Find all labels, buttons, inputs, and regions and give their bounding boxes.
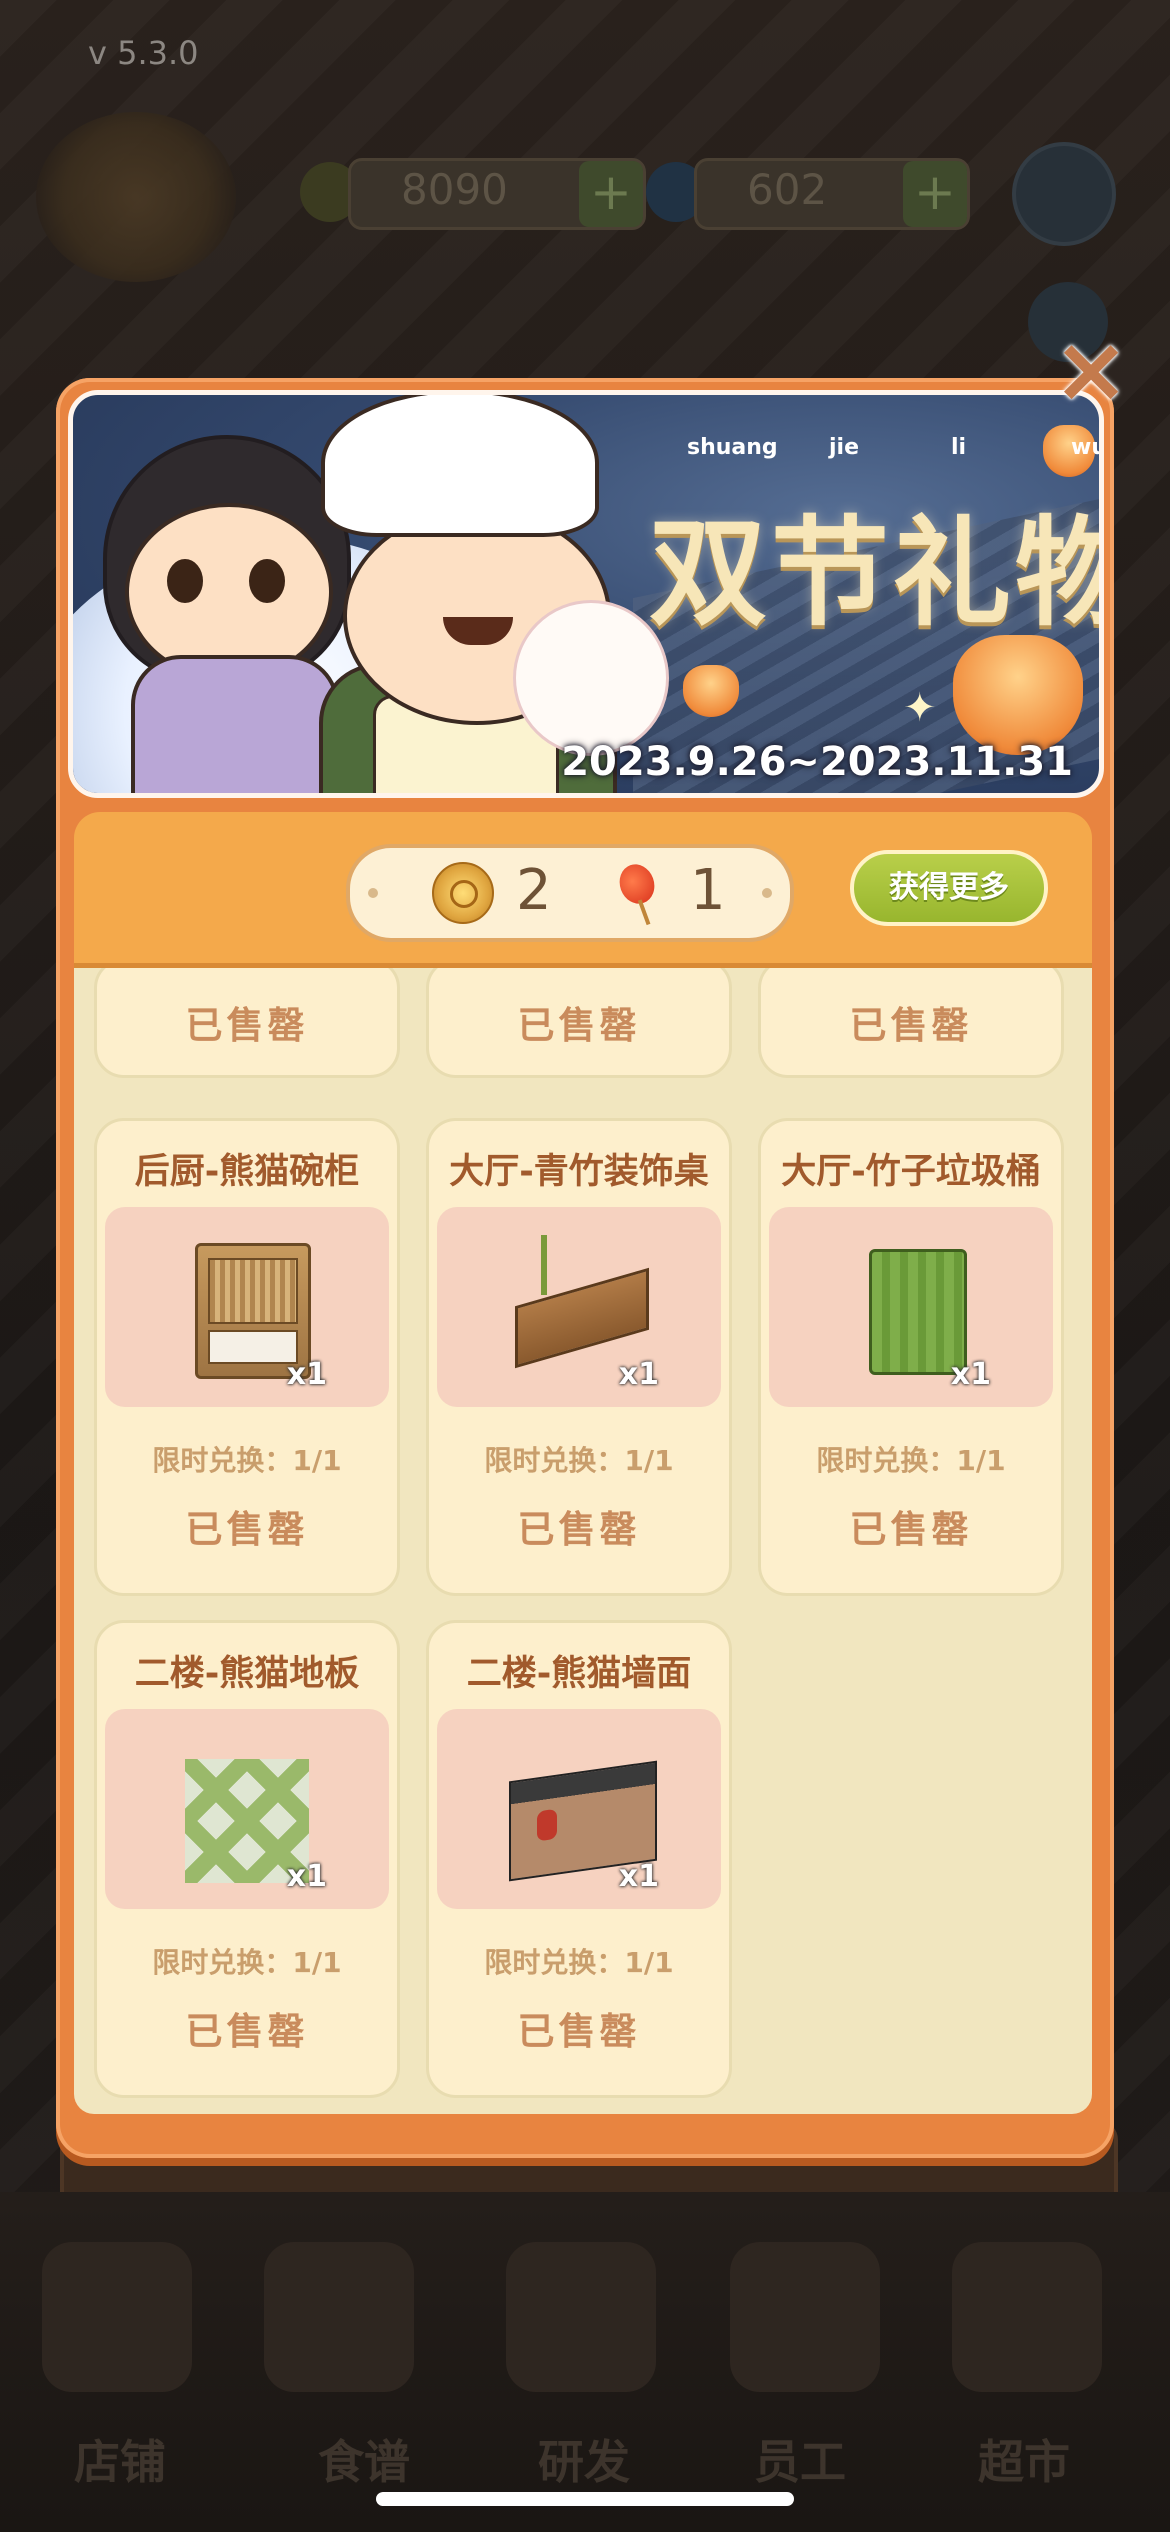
exchange-card[interactable]: 二楼-熊猫地板 x1 限时兑换：1/1 已售罄 xyxy=(94,1620,400,2098)
close-button[interactable]: × xyxy=(1048,324,1134,416)
exchange-card[interactable]: 大厅-青竹装饰桌 x1 限时兑换：1/1 已售罄 xyxy=(426,1118,732,1596)
mooncake-count: 2 xyxy=(516,858,552,923)
sparkle-icon: ✦ xyxy=(903,685,937,731)
nav-market[interactable]: 超市 xyxy=(924,2426,1124,2492)
currency-header: 2 1 获得更多 xyxy=(74,812,1092,968)
exchange-card[interactable]: 大厅-竹子垃圾桶 x1 限时兑换：1/1 已售罄 xyxy=(758,1118,1064,1596)
exchange-card[interactable]: 已售罄 xyxy=(426,968,732,1078)
lantern-icon xyxy=(614,859,660,909)
exchange-card[interactable]: 二楼-熊猫墙面 x1 限时兑换：1/1 已售罄 xyxy=(426,1620,732,2098)
nav-shop[interactable]: 店铺 xyxy=(20,2426,220,2492)
chef-hat-icon xyxy=(321,395,599,537)
sold-out-label: 已售罄 xyxy=(849,1004,973,1047)
sold-out-label: 已售罄 xyxy=(185,2010,309,2053)
pinyin-label: shuang xyxy=(687,435,778,460)
lantern-count: 1 xyxy=(690,858,726,923)
item-title: 二楼-熊猫地板 xyxy=(134,1654,360,1694)
event-title: 双节礼物 xyxy=(648,503,1104,642)
bottom-nav: 店铺 食谱 研发 员工 超市 xyxy=(0,2192,1170,2532)
sold-out-label: 已售罄 xyxy=(185,1508,309,1551)
sold-out-label: 已售罄 xyxy=(849,1508,973,1551)
pill-dot xyxy=(368,888,378,898)
item-quantity: x1 xyxy=(950,1357,991,1392)
eye-icon xyxy=(249,559,285,603)
exchange-limit: 限时兑换：1/1 xyxy=(152,1444,342,1477)
exchange-card[interactable]: 后厨-熊猫碗柜 x1 限时兑换：1/1 已售罄 xyxy=(94,1118,400,1596)
gem-counter: 602 + xyxy=(694,158,970,230)
exchange-limit: 限时兑换：1/1 xyxy=(152,1946,342,1979)
nav-shop-icon xyxy=(42,2242,192,2392)
sold-out-label: 已售罄 xyxy=(517,2010,641,2053)
item-title: 大厅-青竹装饰桌 xyxy=(449,1152,709,1192)
shop-avatar xyxy=(36,112,236,282)
pill-dot xyxy=(762,888,772,898)
nav-staff[interactable]: 员工 xyxy=(700,2426,900,2492)
add-cash-button[interactable]: + xyxy=(579,161,643,227)
cash-counter: 8090 + xyxy=(348,158,646,230)
item-quantity: x1 xyxy=(286,1859,327,1894)
nav-staff-icon xyxy=(730,2242,880,2392)
eye-icon xyxy=(167,559,203,603)
item-quantity: x1 xyxy=(286,1357,327,1392)
girl-character-body xyxy=(131,655,339,793)
nav-market-icon xyxy=(952,2242,1102,2392)
item-image: x1 xyxy=(105,1207,389,1407)
pinyin-label: jie xyxy=(829,435,860,460)
pinyin-label: wu xyxy=(1071,435,1104,460)
item-quantity: x1 xyxy=(618,1357,659,1392)
sold-out-label: 已售罄 xyxy=(517,1508,641,1551)
exchange-card[interactable]: 已售罄 xyxy=(758,968,1064,1078)
nav-recipe[interactable]: 食谱 xyxy=(264,2426,464,2492)
cash-value: 8090 xyxy=(401,165,508,214)
currency-pill: 2 1 xyxy=(346,844,794,942)
item-image: x1 xyxy=(437,1207,721,1407)
item-title: 大厅-竹子垃圾桶 xyxy=(781,1152,1041,1192)
item-title: 后厨-熊猫碗柜 xyxy=(134,1152,360,1192)
item-image: x1 xyxy=(437,1709,721,1909)
exchange-card[interactable]: 已售罄 xyxy=(94,968,400,1078)
sold-out-label: 已售罄 xyxy=(517,1004,641,1047)
mooncake-coin-icon xyxy=(432,862,494,924)
nav-recipe-icon xyxy=(264,2242,414,2392)
sold-out-label: 已售罄 xyxy=(185,1004,309,1047)
sky-lantern-icon xyxy=(683,665,739,717)
nav-research[interactable]: 研发 xyxy=(484,2426,684,2492)
exchange-limit: 限时兑换：1/1 xyxy=(484,1444,674,1477)
item-image: x1 xyxy=(105,1709,389,1909)
nav-research-icon xyxy=(506,2242,656,2392)
get-more-button[interactable]: 获得更多 xyxy=(850,850,1048,926)
item-quantity: x1 xyxy=(618,1859,659,1894)
sky-lantern-icon xyxy=(953,635,1083,755)
add-gem-button[interactable]: + xyxy=(903,161,967,227)
gem-value: 602 xyxy=(747,165,828,214)
home-indicator[interactable] xyxy=(376,2492,794,2506)
event-banner: ✦ ✦ shuang jie li wu 双节礼物 2023.9.26~2023… xyxy=(68,390,1104,798)
bamboo-desk-icon xyxy=(515,1267,649,1369)
pinyin-label: li xyxy=(951,435,967,460)
item-image: x1 xyxy=(769,1207,1053,1407)
version-label: v 5.3.0 xyxy=(88,34,199,72)
exchange-limit: 限时兑换：1/1 xyxy=(484,1946,674,1979)
event-date-range: 2023.9.26~2023.11.31 xyxy=(561,739,1073,785)
pinyin-row: shuang jie li wu xyxy=(633,435,1104,471)
item-title: 二楼-熊猫墙面 xyxy=(466,1654,692,1694)
settings-gear-icon[interactable] xyxy=(1012,142,1116,246)
exchange-limit: 限时兑换：1/1 xyxy=(816,1444,1006,1477)
exchange-item-list[interactable]: 已售罄 已售罄 已售罄 后厨-熊猫碗柜 x1 限时兑换：1/1 已售罄 大厅-青… xyxy=(74,968,1092,2114)
bamboo-icon xyxy=(541,1235,547,1295)
